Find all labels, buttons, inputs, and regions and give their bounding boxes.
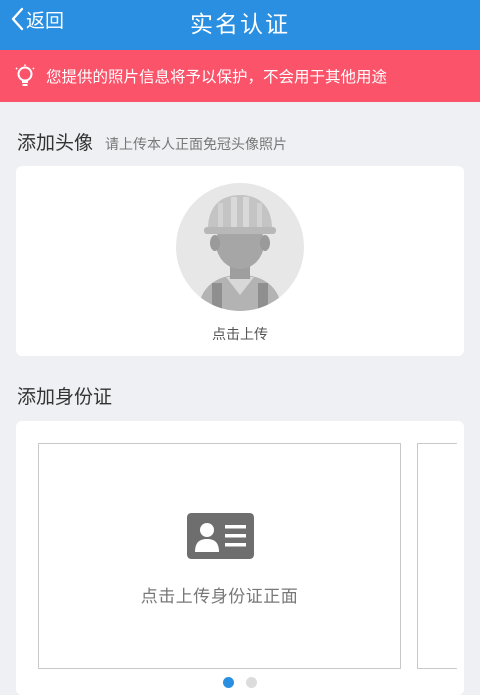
id-front-upload-button[interactable]: 点击上传身份证正面 [38,443,401,669]
id-back-card-peek[interactable] [417,443,457,669]
pager-dot-2[interactable] [246,677,257,688]
lightbulb-icon [15,64,35,86]
avatar-section-title: 添加头像 [17,132,94,154]
carousel-pager [0,677,480,688]
avatar-upload-label: 点击上传 [212,327,268,343]
avatar-upload-card: 点击上传 [16,166,464,356]
id-section-title: 添加身份证 [17,386,113,408]
id-card-icon [187,513,254,559]
header-bar: 返回 实名认证 [0,0,480,50]
avatar-upload-button[interactable] [176,183,304,311]
avatar-section-header: 添加头像 请上传本人正面免冠头像照片 [17,128,287,155]
pager-dot-1[interactable] [223,677,234,688]
privacy-notice-banner: 您提供的照片信息将予以保护，不会用于其他用途 [0,50,480,102]
id-front-upload-label: 点击上传身份证正面 [140,587,299,607]
privacy-notice-text: 您提供的照片信息将予以保护，不会用于其他用途 [46,68,388,86]
id-section-header: 添加身份证 [17,382,112,409]
page-title: 实名认证 [190,12,290,38]
avatar-section-hint: 请上传本人正面免冠头像照片 [105,137,288,153]
worker-helmet-avatar-icon [198,195,282,311]
id-upload-card: 点击上传身份证正面 [16,421,464,695]
